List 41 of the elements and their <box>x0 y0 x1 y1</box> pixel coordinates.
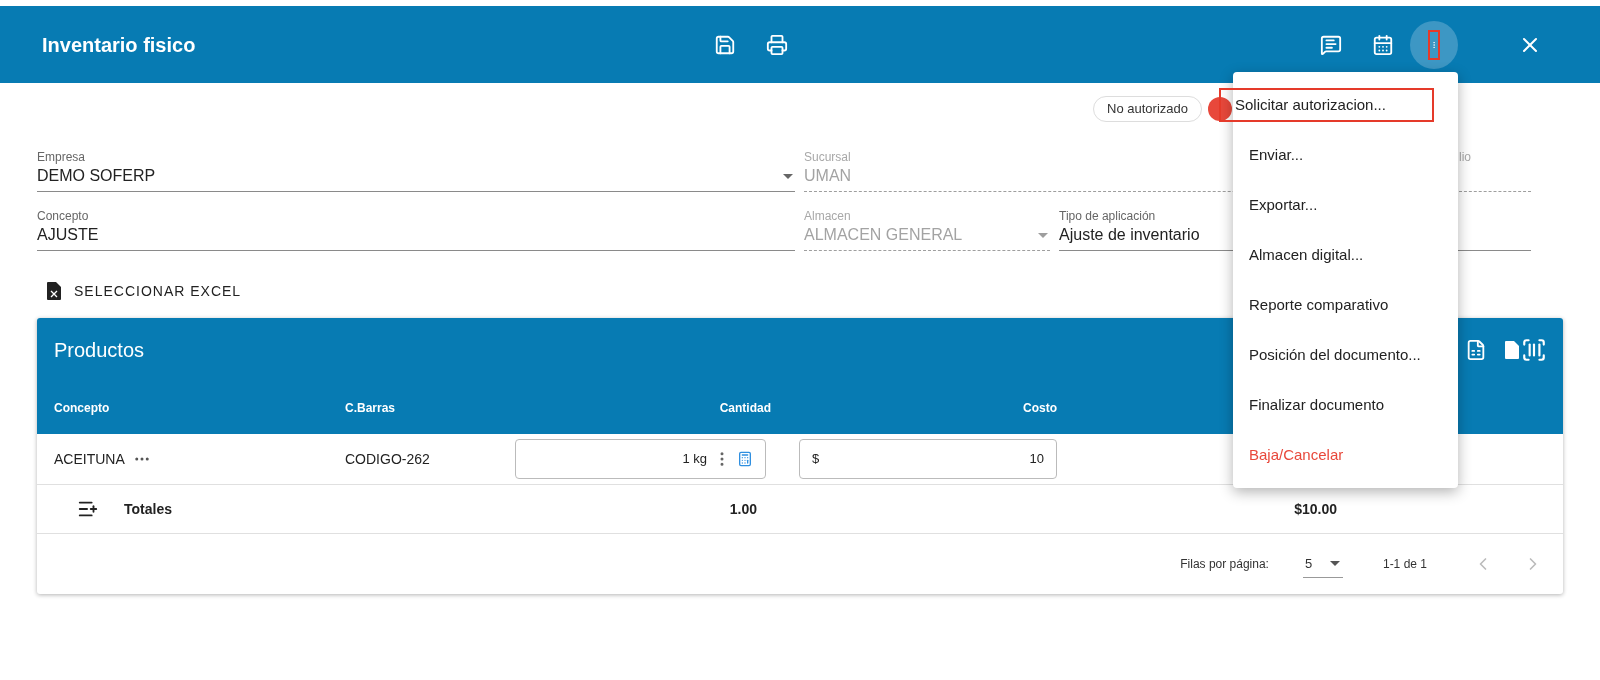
column-header: C.Barras <box>345 400 397 417</box>
select-excel-button[interactable]: SELECCIONAR EXCEL <box>45 276 244 306</box>
field-value: AJUSTE <box>37 225 99 245</box>
field-label: lio <box>1459 149 1471 165</box>
field-label: Sucursal <box>804 149 851 165</box>
rows-per-page-select[interactable]: 5 <box>1302 550 1343 578</box>
field-label: Empresa <box>37 149 86 165</box>
total-quantity: 1.00 <box>728 499 757 519</box>
field-label: Almacen <box>804 208 851 224</box>
form-field[interactable]: Concepto AJUSTE <box>37 208 795 251</box>
form-field[interactable]: Empresa DEMO SOFERP <box>37 149 795 192</box>
table-cell-text: CODIGO-262 <box>345 449 431 469</box>
field-value: UMAN <box>804 166 852 186</box>
barcode-icon[interactable] <box>1521 337 1547 363</box>
caret-icon <box>1038 232 1048 238</box>
field-value: ALMACEN GENERAL <box>804 225 963 245</box>
menu-item[interactable]: Almacen digital... <box>1233 238 1458 272</box>
menu-item[interactable]: Posición del documento... <box>1233 338 1458 372</box>
spreadsheet-icon[interactable] <box>1465 339 1487 361</box>
column-header: Cantidad <box>718 400 771 417</box>
totals-label: Totales <box>124 499 173 519</box>
rows-per-page-label: Filas por página: <box>1180 556 1269 573</box>
menu-item[interactable]: Solicitar autorizacion... <box>1219 88 1434 122</box>
field-label: Tipo de aplicación <box>1059 208 1156 224</box>
calculator-icon[interactable] <box>737 451 753 467</box>
field-label: Concepto <box>37 208 89 224</box>
table-cell-text: ACEITUNA <box>54 449 125 469</box>
column-header: Concepto <box>54 400 111 417</box>
window-title: Inventario fisico <box>42 32 197 58</box>
caret-icon <box>1329 561 1340 566</box>
menu-item[interactable]: Reporte comparativo <box>1233 288 1458 322</box>
menu-item[interactable]: Finalizar documento <box>1233 388 1458 422</box>
table-title: Productos <box>54 338 145 363</box>
page-range: 1-1 de 1 <box>1382 556 1427 573</box>
total-cost: $10.00 <box>1293 499 1337 519</box>
menu-item[interactable]: Baja/Cancelar <box>1233 438 1458 472</box>
field-value: Ajuste de inventario <box>1059 225 1200 245</box>
field-value: DEMO SOFERP <box>37 166 156 186</box>
quantity-field[interactable]: 1 kg <box>515 439 766 479</box>
caret-icon <box>783 173 793 179</box>
cost-field[interactable]: $ 10 <box>799 439 1057 479</box>
